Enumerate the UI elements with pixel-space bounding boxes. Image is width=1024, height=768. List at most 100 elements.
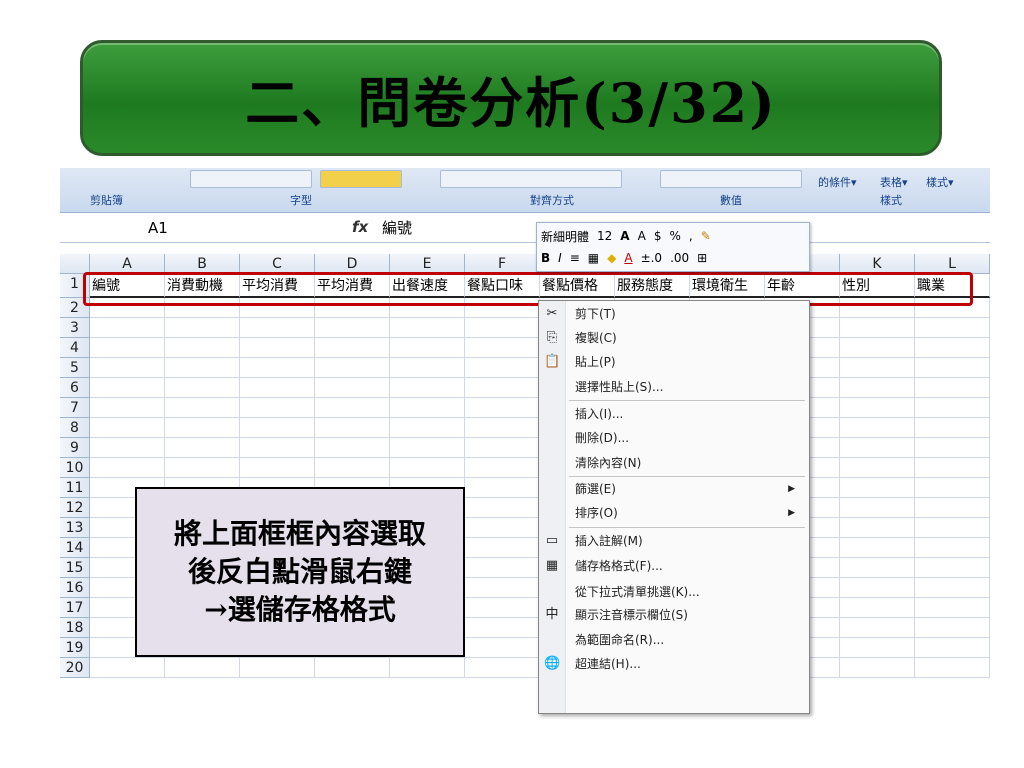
cell[interactable] [840, 378, 915, 398]
cell[interactable] [90, 418, 165, 438]
comma-button[interactable]: , [689, 229, 693, 243]
cell[interactable] [465, 538, 540, 558]
formula-value[interactable]: 編號 [382, 217, 412, 238]
cell[interactable] [915, 318, 990, 338]
fill-color-button[interactable] [320, 170, 402, 188]
column-header[interactable]: L [915, 254, 990, 274]
cell[interactable] [315, 418, 390, 438]
merge-icon[interactable]: ⊞ [697, 251, 707, 265]
fill-icon[interactable]: ◆ [607, 251, 616, 265]
cell[interactable] [915, 478, 990, 498]
cell[interactable] [465, 418, 540, 438]
cell[interactable] [90, 358, 165, 378]
cell[interactable] [915, 638, 990, 658]
row-header[interactable]: 19 [60, 638, 90, 658]
cell[interactable] [465, 498, 540, 518]
context-menu-item[interactable]: 清除內容(N) [539, 452, 809, 474]
name-box[interactable]: A1 [60, 214, 250, 242]
cell[interactable] [915, 598, 990, 618]
cell[interactable] [165, 458, 240, 478]
context-menu-item[interactable]: 插入(I)... [539, 403, 809, 425]
cell[interactable] [240, 358, 315, 378]
cell[interactable] [240, 658, 315, 678]
cell[interactable] [465, 638, 540, 658]
cell[interactable] [165, 358, 240, 378]
row-header[interactable]: 8 [60, 418, 90, 438]
row-header[interactable]: 4 [60, 338, 90, 358]
cell[interactable] [390, 318, 465, 338]
cell[interactable] [315, 438, 390, 458]
cell[interactable] [840, 358, 915, 378]
row-header[interactable]: 17 [60, 598, 90, 618]
cell[interactable] [465, 518, 540, 538]
cell[interactable] [840, 318, 915, 338]
cell[interactable] [465, 478, 540, 498]
cell[interactable] [840, 438, 915, 458]
cell[interactable] [840, 538, 915, 558]
context-menu-item[interactable]: ⎘ 複製(C) [539, 327, 809, 349]
cell[interactable] [240, 418, 315, 438]
cell[interactable] [240, 338, 315, 358]
cell[interactable] [390, 418, 465, 438]
cell[interactable] [315, 378, 390, 398]
row-header[interactable]: 14 [60, 538, 90, 558]
cell[interactable] [465, 658, 540, 678]
cell[interactable] [240, 458, 315, 478]
cell[interactable] [165, 418, 240, 438]
format-painter-icon[interactable]: ✎ [701, 229, 711, 243]
row-header[interactable]: 10 [60, 458, 90, 478]
row-header[interactable]: 5 [60, 358, 90, 378]
row-header[interactable]: 18 [60, 618, 90, 638]
column-header[interactable]: E [390, 254, 465, 274]
cell[interactable] [90, 458, 165, 478]
cell[interactable] [465, 578, 540, 598]
font-color-button[interactable]: A [624, 251, 632, 265]
cell[interactable] [90, 658, 165, 678]
context-menu-item[interactable]: ▭ 插入註解(M) [539, 530, 809, 552]
cell[interactable] [90, 398, 165, 418]
increase-decimal-button[interactable]: ±.0 [641, 251, 663, 265]
cell[interactable] [465, 358, 540, 378]
cell[interactable] [915, 338, 990, 358]
cell[interactable] [390, 398, 465, 418]
cell[interactable] [915, 498, 990, 518]
cell[interactable] [465, 618, 540, 638]
row-header[interactable]: 12 [60, 498, 90, 518]
cell[interactable] [465, 558, 540, 578]
cell[interactable] [915, 538, 990, 558]
column-header[interactable]: C [240, 254, 315, 274]
cell[interactable] [840, 338, 915, 358]
context-menu-item[interactable]: 中 顯示注音標示欄位(S) [539, 604, 809, 626]
grow-font-button[interactable]: A [620, 229, 629, 243]
cell[interactable] [915, 418, 990, 438]
context-menu-item[interactable]: ✂ 剪下(T) [539, 303, 809, 325]
cell[interactable] [240, 438, 315, 458]
column-header[interactable]: F [465, 254, 540, 274]
cell[interactable] [915, 578, 990, 598]
cell[interactable] [915, 618, 990, 638]
center-button[interactable]: ≡ [570, 251, 580, 265]
percent-button[interactable]: % [669, 229, 680, 243]
cell[interactable] [465, 438, 540, 458]
cell[interactable] [240, 378, 315, 398]
context-menu-item[interactable]: 🌐 超連結(H)... [539, 653, 809, 675]
cell[interactable] [390, 358, 465, 378]
cell[interactable] [840, 498, 915, 518]
cell[interactable] [165, 438, 240, 458]
cell[interactable] [465, 338, 540, 358]
conditional-format-button[interactable]: 的條件▾ [818, 174, 857, 190]
context-menu-item[interactable]: 排序(O) ▶ [539, 502, 809, 524]
cell[interactable] [840, 618, 915, 638]
context-menu-item[interactable]: 從下拉式清單挑選(K)... [539, 581, 809, 603]
cell[interactable] [465, 378, 540, 398]
cell[interactable] [165, 378, 240, 398]
cell[interactable] [165, 398, 240, 418]
cell[interactable] [915, 358, 990, 378]
context-menu-item[interactable]: 為範圍命名(R)... [539, 629, 809, 651]
column-header[interactable]: D [315, 254, 390, 274]
cell[interactable] [840, 518, 915, 538]
cell[interactable] [465, 398, 540, 418]
cell[interactable] [390, 338, 465, 358]
cell[interactable] [165, 318, 240, 338]
cell[interactable] [90, 318, 165, 338]
